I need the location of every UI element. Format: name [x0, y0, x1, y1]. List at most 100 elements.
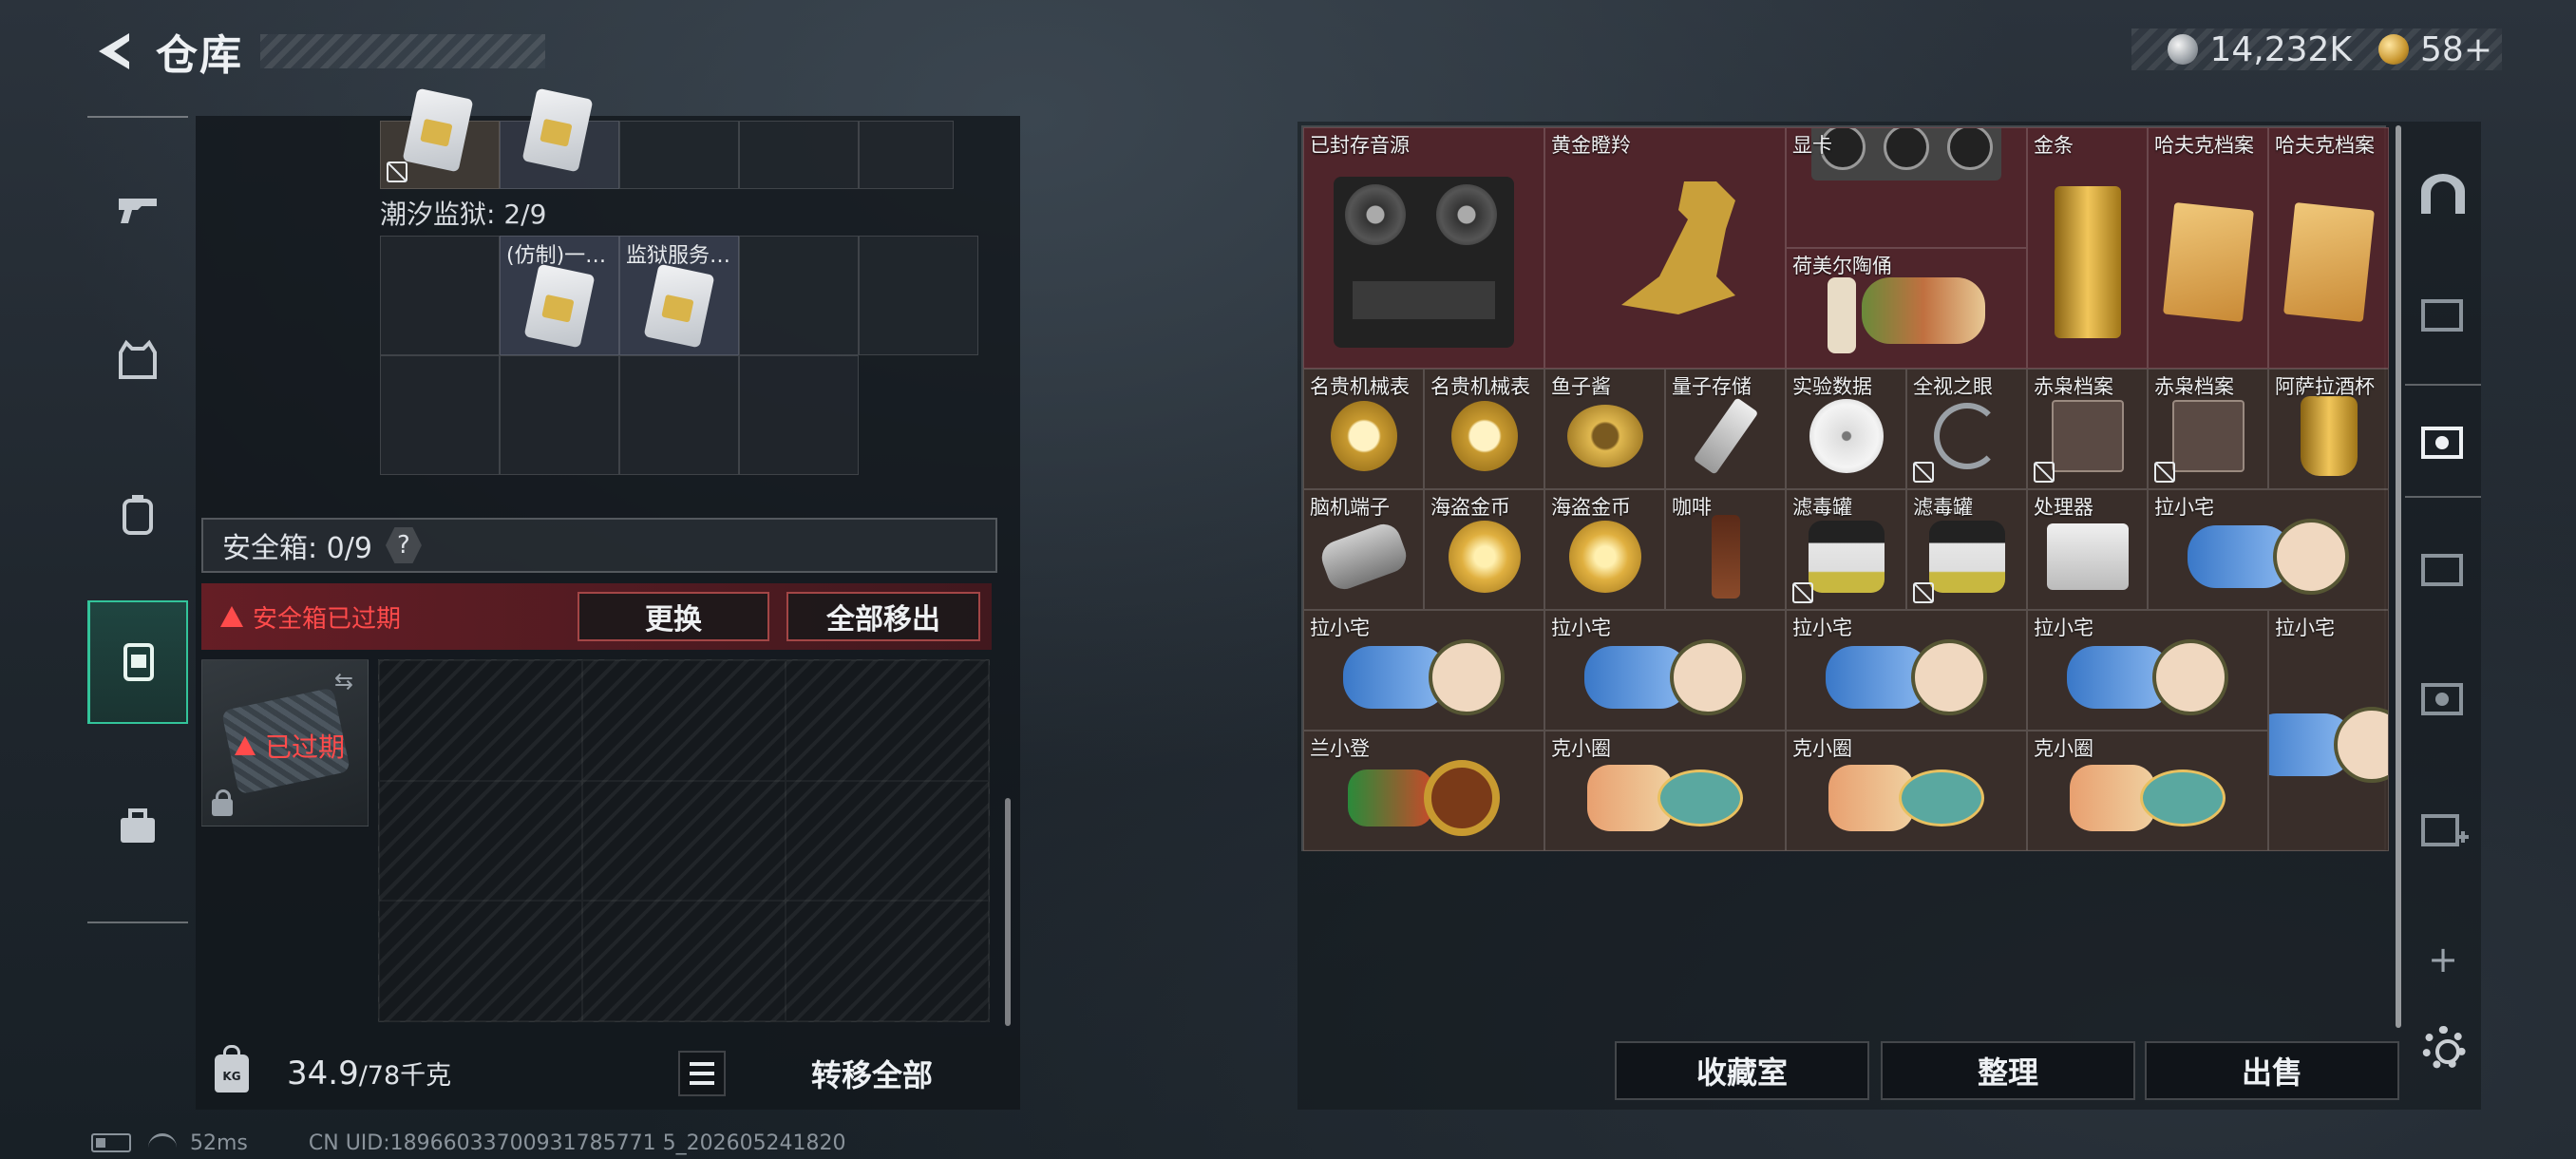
- stash-item[interactable]: 拉小宅: [1544, 610, 1786, 731]
- no-sell-icon: [2154, 462, 2175, 483]
- back-arrow-icon[interactable]: [91, 29, 135, 73]
- item-label: (仿制)一…: [506, 244, 607, 268]
- organize-button[interactable]: 整理: [1881, 1041, 2135, 1100]
- prison-section-title: 潮汐监狱: 2/9: [380, 199, 547, 230]
- stash-item[interactable]: 处理器: [2027, 489, 2148, 610]
- nav-weapons[interactable]: [87, 146, 188, 270]
- grid-cell[interactable]: [859, 121, 954, 189]
- grid-cell[interactable]: [859, 236, 978, 355]
- plush-doll-icon: [2188, 519, 2349, 595]
- stash-item[interactable]: 海盗金币: [1424, 489, 1544, 610]
- swap-icon[interactable]: ⇆: [330, 670, 358, 693]
- stash-item[interactable]: 赤枭档案: [2027, 369, 2148, 489]
- stash-item[interactable]: 克小圈: [1544, 731, 1786, 851]
- expired-warning-text: 安全箱已过期: [253, 604, 402, 634]
- stash-tab-add-box[interactable]: [2405, 771, 2481, 885]
- grid-cell[interactable]: [380, 236, 500, 355]
- stash-item[interactable]: 滤毒罐: [1786, 489, 1906, 610]
- stash-scrollbar[interactable]: [2396, 125, 2401, 1028]
- stash-item[interactable]: 黄金瞪羚: [1544, 127, 1786, 369]
- stash-item[interactable]: 实验数据: [1786, 369, 1906, 489]
- stash-item[interactable]: 金条: [2027, 127, 2148, 369]
- replace-button[interactable]: 更换: [578, 592, 769, 641]
- stash-item[interactable]: 显卡: [1786, 127, 2027, 248]
- list-view-button[interactable]: [678, 1051, 726, 1096]
- stash-item[interactable]: 拉小宅: [1303, 610, 1544, 731]
- safe-case-slot[interactable]: ⇆ 已过期: [201, 659, 369, 826]
- left-category-nav: [87, 116, 188, 923]
- stash-item[interactable]: 荷美尔陶俑: [1786, 248, 2027, 369]
- nav-backpack[interactable]: [87, 452, 188, 576]
- item-label: 量子存储: [1672, 375, 1752, 398]
- grid-cell[interactable]: [619, 121, 739, 189]
- add-tab-button[interactable]: +: [2405, 902, 2481, 1016]
- stash-item[interactable]: 咖啡: [1665, 489, 1786, 610]
- stash-item[interactable]: 全视之眼: [1906, 369, 2027, 489]
- vest-icon: [119, 339, 157, 379]
- grid-cell[interactable]: [500, 87, 619, 189]
- item-label: 滤毒罐: [1792, 496, 1852, 519]
- item-label: 赤枭档案: [2034, 375, 2113, 398]
- settings-gear-icon[interactable]: [2422, 1026, 2466, 1070]
- stash-item[interactable]: 拉小宅: [2027, 610, 2268, 731]
- grid-cell[interactable]: [739, 236, 859, 355]
- stash-item[interactable]: 鱼子酱: [1544, 369, 1665, 489]
- stash-item[interactable]: 滤毒罐: [1906, 489, 2027, 610]
- stash-item[interactable]: 拉小宅: [1786, 610, 2027, 731]
- grid-cell[interactable]: [619, 355, 739, 475]
- page-title: 仓库: [156, 31, 243, 80]
- grid-cell[interactable]: 监狱服务…: [619, 236, 739, 355]
- coffee-bottle-icon: [1711, 515, 1740, 598]
- stash-tab-3[interactable]: [2405, 640, 2481, 754]
- toolbox-icon: [121, 808, 155, 843]
- stash-grid: 已封存音源 黄金瞪羚 显卡 金条 哈夫克档案 哈夫克档案荷美尔陶俑名贵机械表 名贵机械表 鱼子…: [1301, 125, 2389, 851]
- stash-item[interactable]: 克小圈: [2027, 731, 2268, 851]
- stash-item[interactable]: 名贵机械表: [1303, 369, 1424, 489]
- document-box-icon: [2051, 400, 2124, 472]
- sombrero-doll-icon: [1348, 760, 1500, 836]
- nav-toolbox[interactable]: [87, 766, 188, 889]
- stash-item[interactable]: 克小圈: [1786, 731, 2027, 851]
- stash-item[interactable]: 兰小登: [1303, 731, 1544, 851]
- sell-button[interactable]: 出售: [2145, 1041, 2399, 1100]
- stash-item[interactable]: 哈夫克档案: [2268, 127, 2389, 369]
- stash-tab-4[interactable]: [2405, 384, 2481, 498]
- gold-currency-value: 58+: [2420, 29, 2492, 69]
- nav-armor[interactable]: [87, 298, 188, 422]
- stash-item[interactable]: 脑机端子: [1303, 489, 1424, 610]
- transfer-all-button[interactable]: 转移全部: [748, 1043, 995, 1104]
- move-all-out-button[interactable]: 全部移出: [786, 592, 980, 641]
- left-scrollbar[interactable]: [1005, 798, 1011, 1026]
- grid-cell[interactable]: [739, 355, 859, 475]
- stash-item[interactable]: 阿萨拉酒杯: [2268, 369, 2389, 489]
- stash-tab-2[interactable]: [2405, 511, 2481, 625]
- stash-item[interactable]: 海盗金币: [1544, 489, 1665, 610]
- stash-item[interactable]: 名贵机械表: [1424, 369, 1544, 489]
- help-icon[interactable]: ?: [385, 527, 422, 563]
- hat-doll-icon: [1587, 765, 1743, 831]
- item-label: 克小圈: [2034, 737, 2093, 760]
- card-icon: [521, 87, 594, 173]
- grid-cell[interactable]: [380, 87, 500, 189]
- collection-room-button[interactable]: 收藏室: [1615, 1041, 1869, 1100]
- document-folder-icon: [2162, 202, 2254, 323]
- stash-item[interactable]: 拉小宅: [2148, 489, 2389, 610]
- stash-item[interactable]: 量子存储: [1665, 369, 1786, 489]
- stash-tab-1[interactable]: [2405, 256, 2481, 370]
- item-label: 拉小宅: [1310, 617, 1370, 639]
- grid-cell[interactable]: [380, 355, 500, 475]
- nav-safebox[interactable]: [87, 600, 188, 724]
- filter-canister-icon: [1808, 521, 1885, 593]
- grid-cell[interactable]: [500, 355, 619, 475]
- grid-cell[interactable]: (仿制)一…: [500, 236, 619, 355]
- stash-item[interactable]: 赤枭档案: [2148, 369, 2268, 489]
- stash-item[interactable]: 已封存音源: [1303, 127, 1544, 369]
- stash-item[interactable]: 拉小宅: [2268, 610, 2389, 851]
- item-label: 拉小宅: [2275, 617, 2335, 639]
- safe-box-grid: [378, 659, 990, 1022]
- grid-cell[interactable]: [739, 121, 859, 189]
- usb-drive-icon: [1693, 397, 1758, 475]
- stash-item[interactable]: 哈夫克档案: [2148, 127, 2268, 369]
- gold-watch-icon: [1330, 401, 1397, 471]
- stash-tab-overview[interactable]: [2405, 137, 2481, 251]
